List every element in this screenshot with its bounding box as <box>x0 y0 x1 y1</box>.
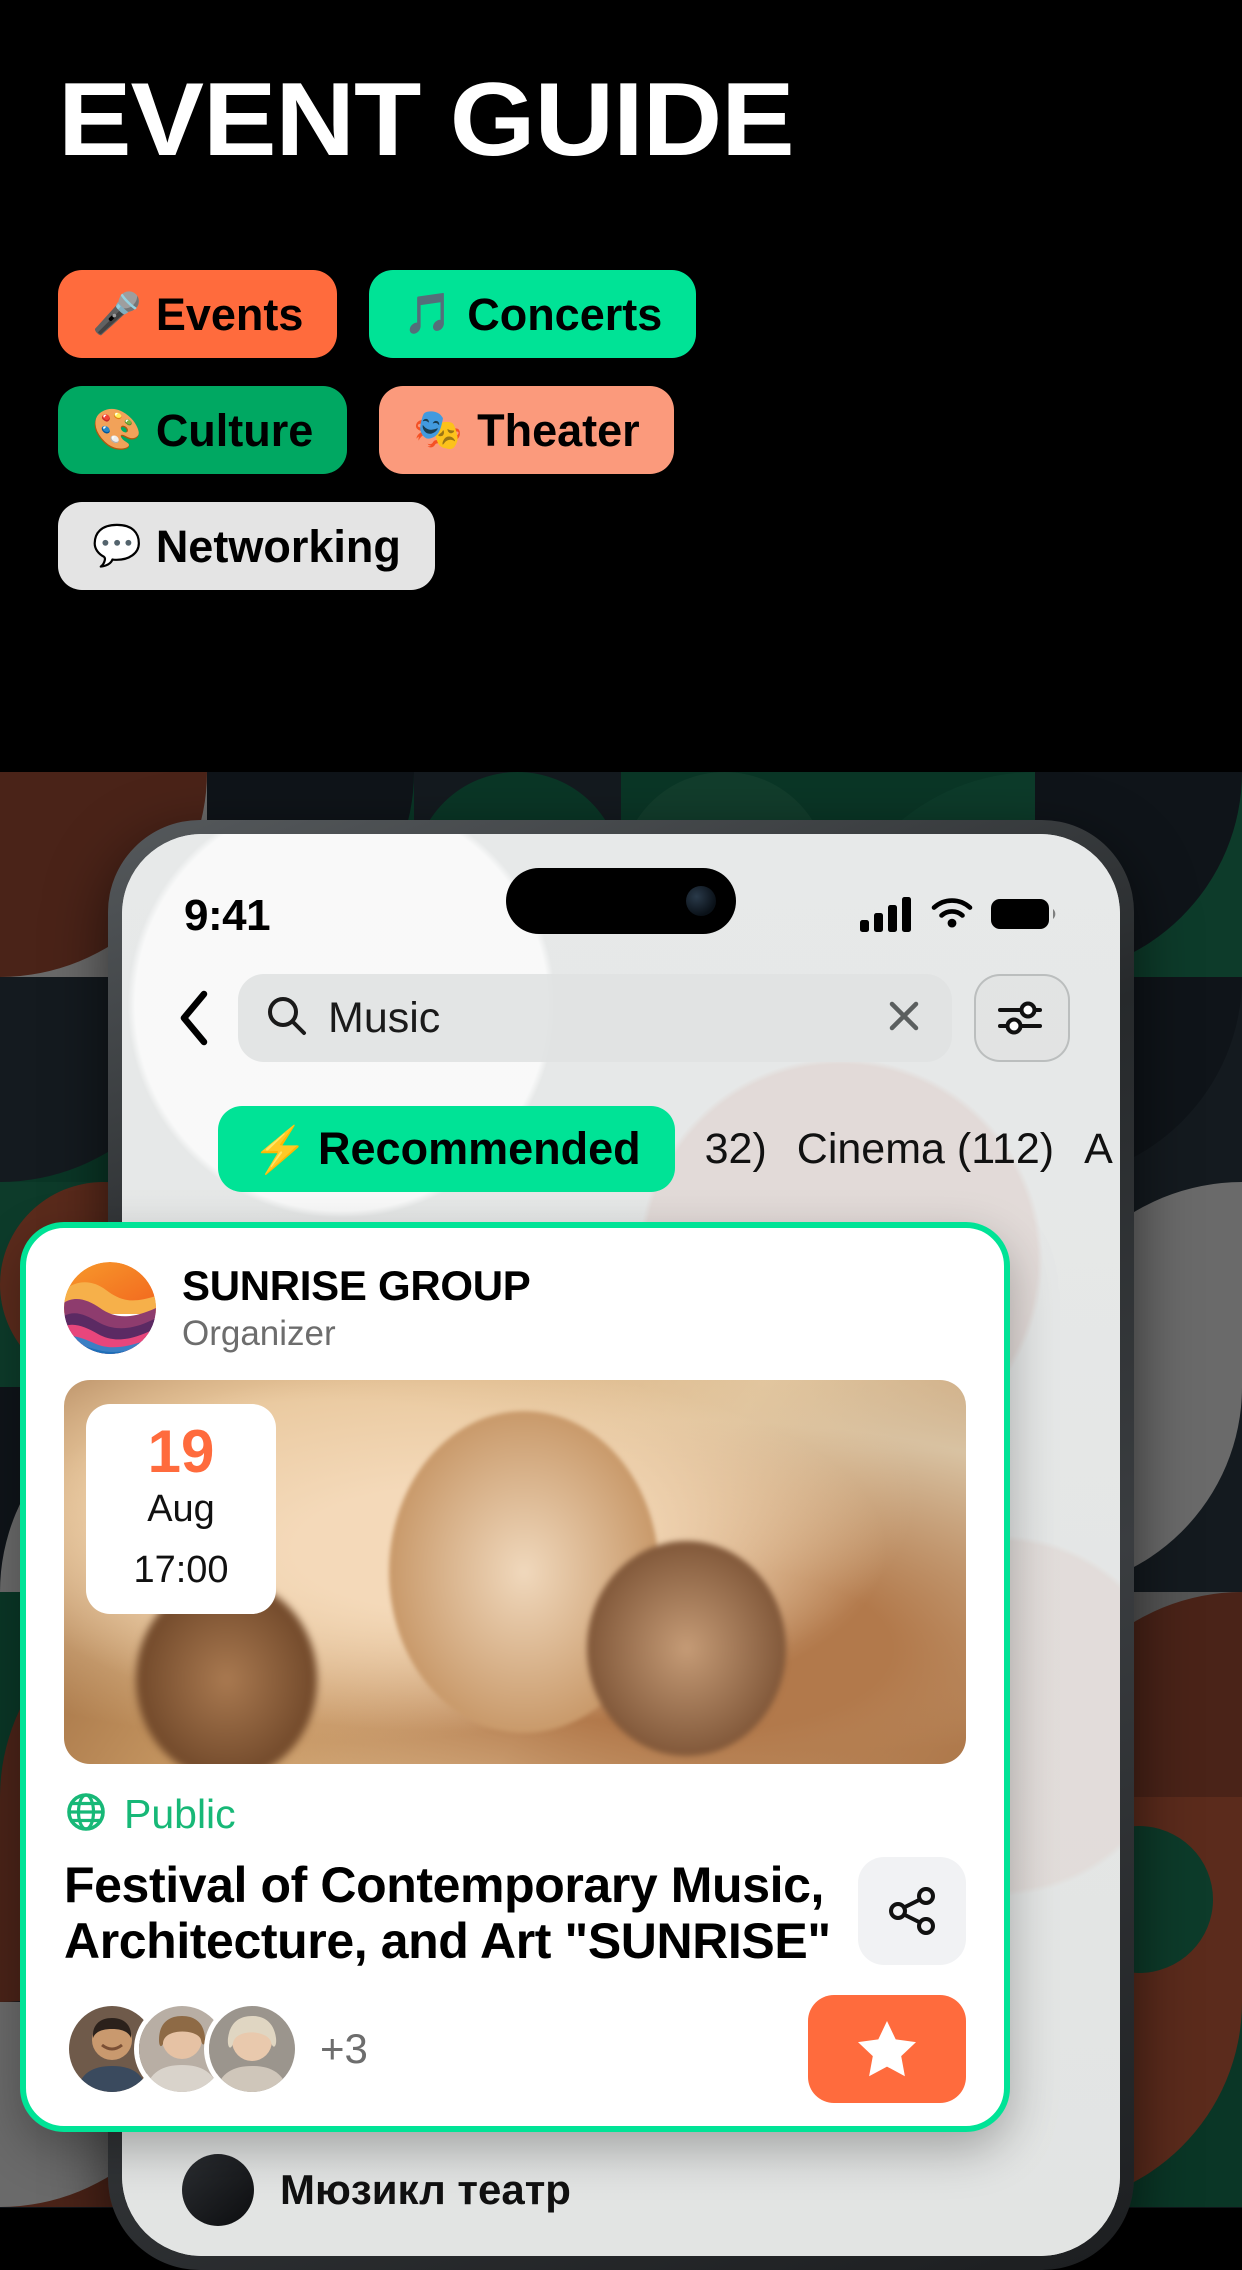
event-footer-row: +3 <box>64 1995 966 2103</box>
category-pill-culture[interactable]: 🎨 Culture <box>58 386 348 474</box>
globe-icon <box>64 1790 108 1839</box>
status-clock: 9:41 <box>184 891 271 940</box>
category-pill-label: Concerts <box>467 288 663 340</box>
dynamic-island <box>506 868 736 934</box>
close-icon[interactable] <box>884 996 924 1041</box>
organizer-role: Organizer <box>182 1314 336 1353</box>
attendee-extra-count: +3 <box>320 2025 368 2072</box>
battery-icon <box>990 897 1058 936</box>
favorite-star-button[interactable] <box>808 1995 966 2103</box>
wifi-icon <box>928 896 976 937</box>
front-camera-icon <box>686 886 716 916</box>
avatar <box>182 2154 254 2226</box>
category-emoji-icon: 🎭 <box>413 408 464 452</box>
category-pill-label: Culture <box>155 404 314 456</box>
category-pill-row: 🎤 Events 🎵 Concerts <box>58 270 1158 358</box>
filter-sliders-icon[interactable] <box>974 974 1070 1062</box>
category-pill-events[interactable]: 🎤 Events <box>58 270 338 358</box>
search-input-value: Music <box>328 993 441 1042</box>
tab-cinema[interactable]: Cinema (112) <box>797 1125 1054 1174</box>
category-emoji-icon: 🎵 <box>403 292 454 336</box>
tab-recommended-label: Recommended <box>318 1123 641 1174</box>
signal-bars-icon <box>860 896 914 937</box>
category-pill-row: 🎨 Culture 🎭 Theater <box>58 386 1158 474</box>
event-date-day: 19 <box>147 1418 215 1485</box>
category-pill-label: Events <box>155 288 304 340</box>
category-emoji-icon: 💬 <box>92 524 142 568</box>
attendee-avatars[interactable] <box>64 2001 300 2097</box>
organizer-name: SUNRISE GROUP <box>182 1262 531 1309</box>
category-pill-label: Theater <box>477 404 640 456</box>
search-bar-row: Music <box>122 974 1120 1062</box>
back-chevron-icon[interactable] <box>172 990 216 1046</box>
event-card[interactable]: SUNRISE GROUP Organizer 19 Aug 17:00 Pub… <box>20 1222 1010 2132</box>
category-pill-row: 💬 Networking <box>58 502 1158 590</box>
category-tabs: ⚡ Recommended 32) Cinema (112) A <box>122 1106 1120 1192</box>
page-title: Festival of Contemporary Music, Architec… <box>64 1857 831 1969</box>
list-item[interactable]: Мюзикл театр <box>182 2154 1082 2226</box>
lightning-icon: ⚡ <box>252 1123 309 1175</box>
event-date-time: 17:00 <box>133 1549 229 1591</box>
hero-header: EVENT GUIDE 🎤 Events 🎵 Concerts 🎨 Culture 🎭 The… <box>0 0 1242 772</box>
category-pill-label: Networking <box>155 520 401 572</box>
category-pill-grid: 🎤 Events 🎵 Concerts 🎨 Culture 🎭 Theater 💬 Network… <box>58 270 1158 618</box>
category-pill-theater[interactable]: 🎭 Theater <box>379 386 674 474</box>
category-emoji-icon: 🎤 <box>92 292 142 336</box>
event-cover-image: 19 Aug 17:00 <box>64 1380 966 1764</box>
category-pill-concerts[interactable]: 🎵 Concerts <box>369 270 697 358</box>
tab-recommended[interactable]: ⚡ Recommended <box>218 1106 675 1192</box>
search-input[interactable]: Music <box>238 974 952 1062</box>
tab-next[interactable]: A <box>1084 1125 1113 1174</box>
star-icon <box>858 2021 916 2077</box>
avatar <box>204 2001 300 2097</box>
status-badge: Public <box>64 1790 966 1839</box>
category-pill-networking[interactable]: 💬 Networking <box>58 502 435 590</box>
search-icon <box>266 995 308 1042</box>
organizer-row: SUNRISE GROUP Organizer <box>64 1262 966 1354</box>
status-badge-label: Public <box>124 1791 236 1837</box>
tab-partial-count[interactable]: 32) <box>705 1125 767 1174</box>
list-item-label: Мюзикл театр <box>280 2166 571 2213</box>
event-title-row: Festival of Contemporary Music, Architec… <box>64 1857 966 1969</box>
share-icon[interactable] <box>858 1857 966 1965</box>
sunrise-logo-icon <box>64 1262 156 1354</box>
event-date-month: Aug <box>147 1488 215 1530</box>
event-date-badge: 19 Aug 17:00 <box>86 1404 276 1614</box>
category-emoji-icon: 🎨 <box>92 408 142 452</box>
page-title: EVENT GUIDE <box>58 62 795 178</box>
